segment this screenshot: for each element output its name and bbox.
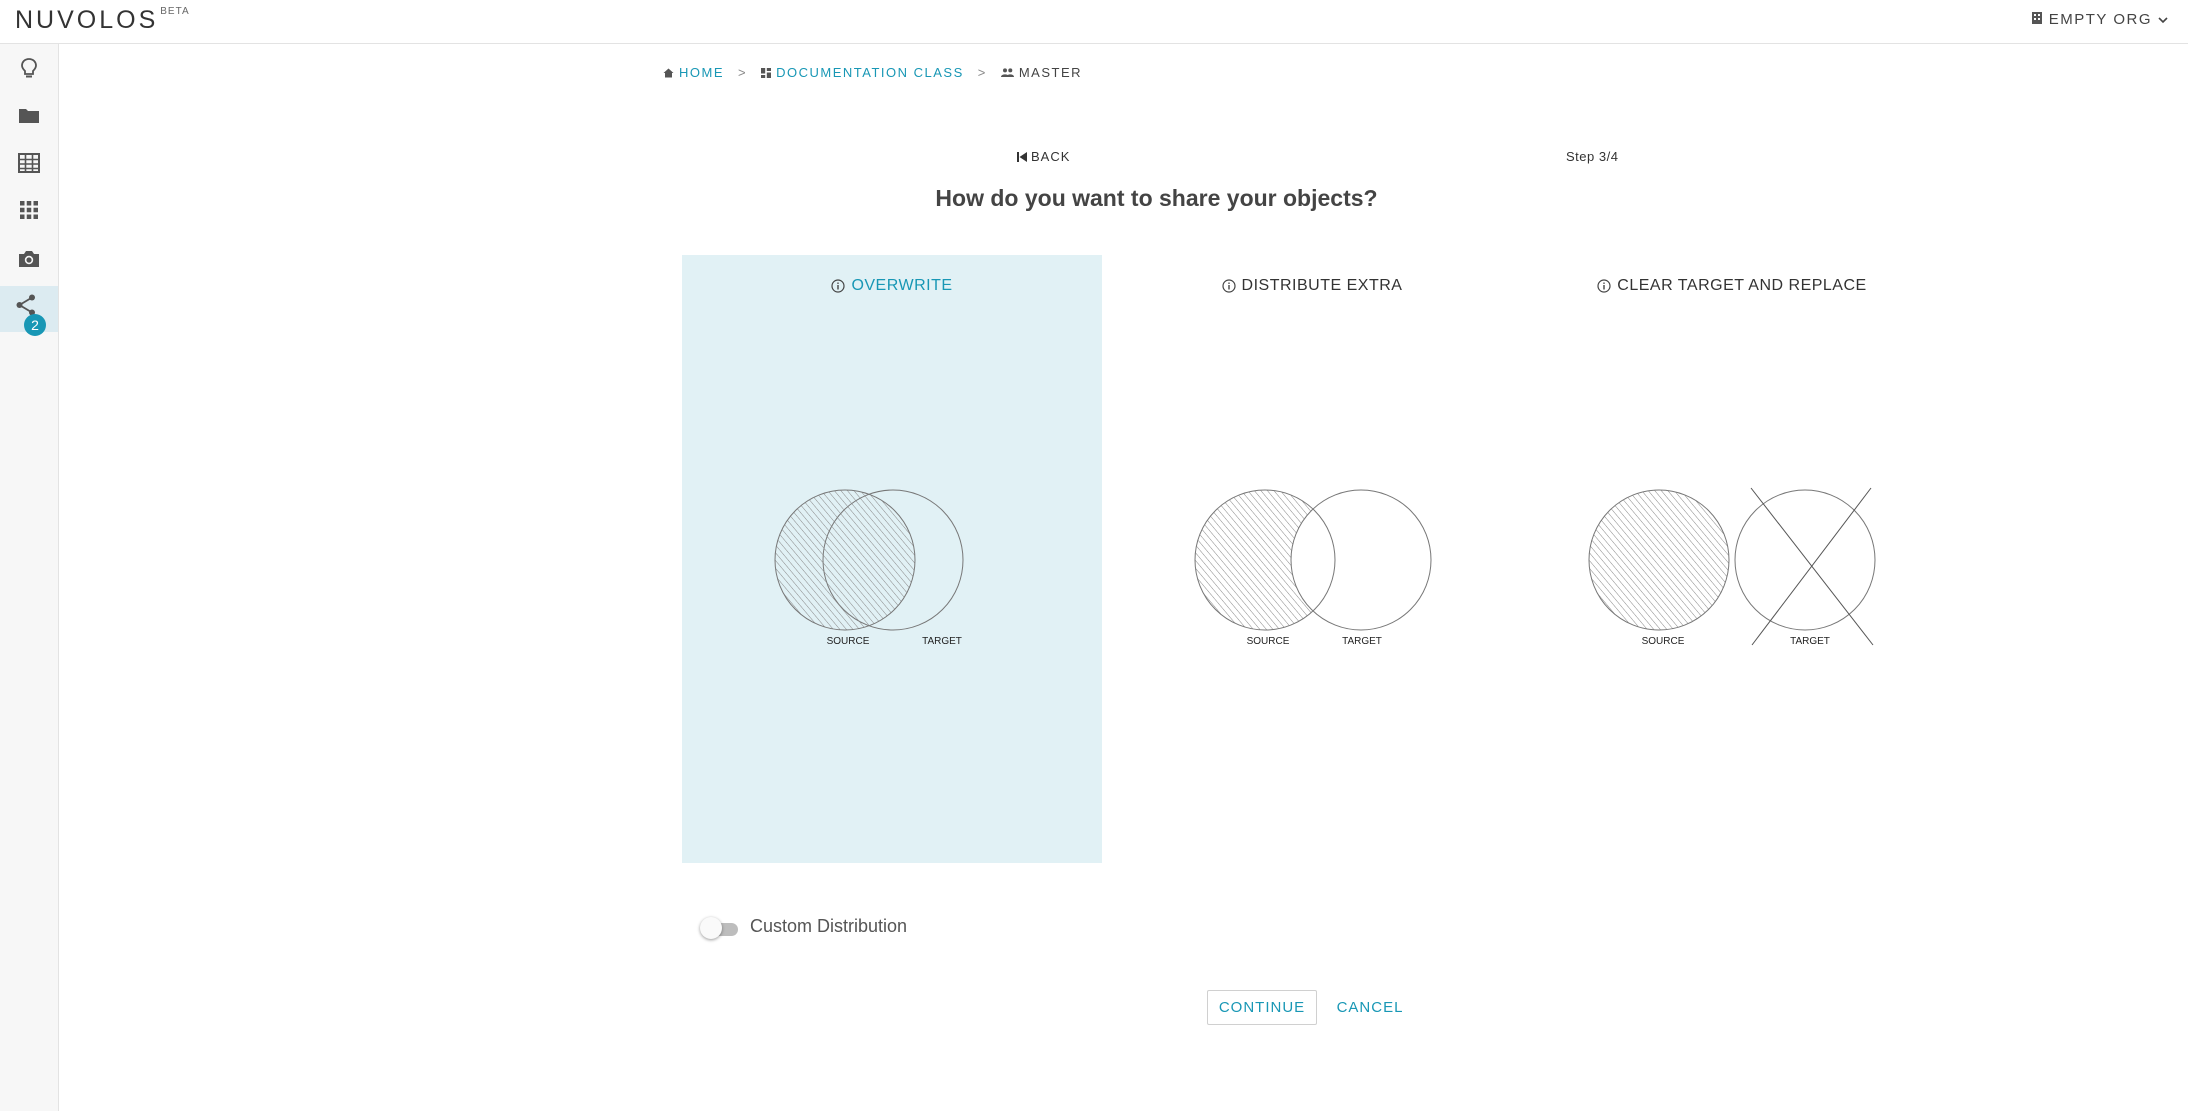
org-name: EMPTY ORG	[2048, 11, 2152, 28]
option-label: CLEAR TARGET AND REPLACE	[1617, 277, 1867, 294]
sidebar-item-discover[interactable]	[0, 45, 58, 91]
back-button[interactable]: BACK	[1017, 149, 1070, 164]
dashboard-icon	[761, 67, 772, 78]
source-label: SOURCE	[1247, 636, 1290, 647]
folder-icon	[19, 109, 39, 123]
option-label: OVERWRITE	[851, 277, 953, 294]
building-icon	[2031, 11, 2043, 28]
clear-target-diagram: SOURCE TARGET	[1588, 487, 1876, 647]
app-logo[interactable]: NUVOLOS BETA	[15, 6, 190, 35]
sidebar-item-snapshots[interactable]	[0, 236, 58, 282]
breadcrumb-separator: >	[738, 65, 748, 80]
lightbulb-icon	[21, 58, 37, 78]
distribute-extra-diagram: SOURCE TARGET	[1194, 489, 1432, 647]
camera-icon	[19, 251, 39, 267]
breadcrumb-separator: >	[977, 65, 987, 80]
beta-tag: BETA	[160, 6, 190, 17]
overwrite-diagram: SOURCE TARGET	[774, 489, 964, 647]
share-icon	[16, 294, 35, 316]
sidebar-item-files[interactable]	[0, 92, 58, 138]
step-indicator: Step 3/4	[1566, 149, 1619, 164]
option-distribute-extra[interactable]: SOURCE TARGET DISTRIBUTE EXTRA	[1102, 255, 1522, 863]
top-bar: NUVOLOS BETA EMPTY ORG	[0, 0, 2188, 44]
target-label: TARGET	[1342, 636, 1382, 647]
info-icon	[1221, 279, 1236, 293]
cancel-button[interactable]: CANCEL	[1330, 990, 1410, 1025]
breadcrumb-instance: MASTER	[1000, 65, 1082, 80]
breadcrumb-class[interactable]: DOCUMENTATION CLASS	[761, 65, 964, 80]
brand-name: NUVOLOS	[15, 6, 159, 34]
option-overwrite[interactable]: SOURCE TARGET OVERWRITE	[682, 255, 1102, 863]
group-icon	[1000, 68, 1014, 77]
home-icon	[663, 68, 674, 77]
custom-distribution-toggle[interactable]	[700, 916, 740, 939]
option-label: DISTRIBUTE EXTRA	[1241, 277, 1403, 294]
target-label: TARGET	[922, 636, 962, 647]
table-icon	[18, 153, 40, 173]
page-title: How do you want to share your objects?	[935, 185, 1378, 211]
custom-distribution-row: Custom Distribution	[700, 916, 907, 939]
sidebar-item-distribute[interactable]: 2	[0, 286, 58, 336]
chevron-down-icon	[2158, 11, 2168, 28]
breadcrumb: HOME > DOCUMENTATION CLASS > MASTER	[663, 65, 1082, 80]
continue-button[interactable]: CONTINUE	[1207, 990, 1317, 1025]
source-label: SOURCE	[1642, 636, 1685, 647]
target-label: TARGET	[1790, 636, 1830, 647]
source-label: SOURCE	[827, 636, 870, 647]
skip-back-icon	[1017, 151, 1027, 162]
notification-badge: 2	[24, 314, 46, 336]
custom-distribution-label[interactable]: Custom Distribution	[750, 916, 907, 937]
info-icon	[1597, 279, 1611, 293]
org-selector[interactable]: EMPTY ORG	[2031, 11, 2168, 28]
breadcrumb-home[interactable]: HOME	[663, 65, 724, 80]
sidebar-item-tables[interactable]	[0, 140, 58, 186]
info-icon	[831, 279, 846, 293]
option-clear-target-replace[interactable]: SOURCE TARGET CLEAR TARGET AND REPLACE	[1522, 255, 1942, 863]
